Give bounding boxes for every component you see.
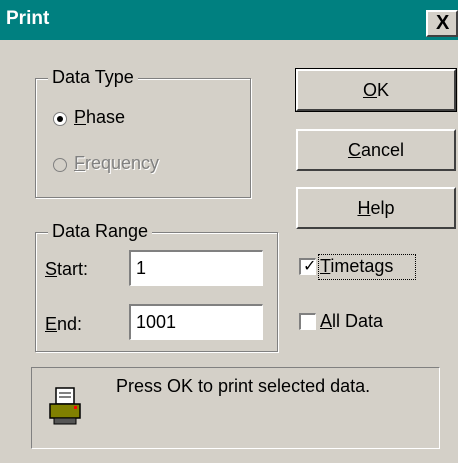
start-label: Start: — [45, 259, 89, 279]
frequency-radio[interactable] — [53, 158, 67, 172]
close-icon: X — [436, 12, 450, 34]
start-input[interactable]: 1 — [129, 250, 263, 286]
title-bar: Print X — [0, 0, 458, 40]
frequency-label[interactable]: Frequency — [74, 153, 159, 174]
status-panel: Press OK to print selected data. — [31, 367, 440, 449]
phase-radio-dot — [57, 116, 63, 122]
printer-icon — [49, 387, 81, 425]
timetags-checkbox[interactable]: ✓ — [299, 258, 316, 275]
data-type-legend: Data Type — [48, 67, 138, 88]
data-type-group: Data Type — [35, 67, 251, 198]
all-data-label[interactable]: All Data — [320, 311, 383, 332]
data-range-legend: Data Range — [48, 221, 153, 242]
timetags-focus-rect — [318, 254, 416, 280]
end-label: End: — [45, 314, 83, 334]
window-title: Print — [6, 8, 50, 29]
end-input[interactable]: 1001 — [129, 304, 263, 340]
ok-button[interactable]: OK — [295, 68, 457, 112]
checkmark-icon: ✓ — [303, 258, 317, 275]
cancel-button[interactable]: Cancel — [296, 129, 456, 171]
phase-label[interactable]: Phase — [74, 107, 125, 128]
close-button[interactable]: X — [426, 10, 458, 37]
phase-radio[interactable] — [53, 112, 67, 126]
help-button[interactable]: Help — [296, 187, 456, 229]
status-message: Press OK to print selected data. — [116, 376, 371, 396]
all-data-checkbox[interactable] — [299, 313, 316, 330]
